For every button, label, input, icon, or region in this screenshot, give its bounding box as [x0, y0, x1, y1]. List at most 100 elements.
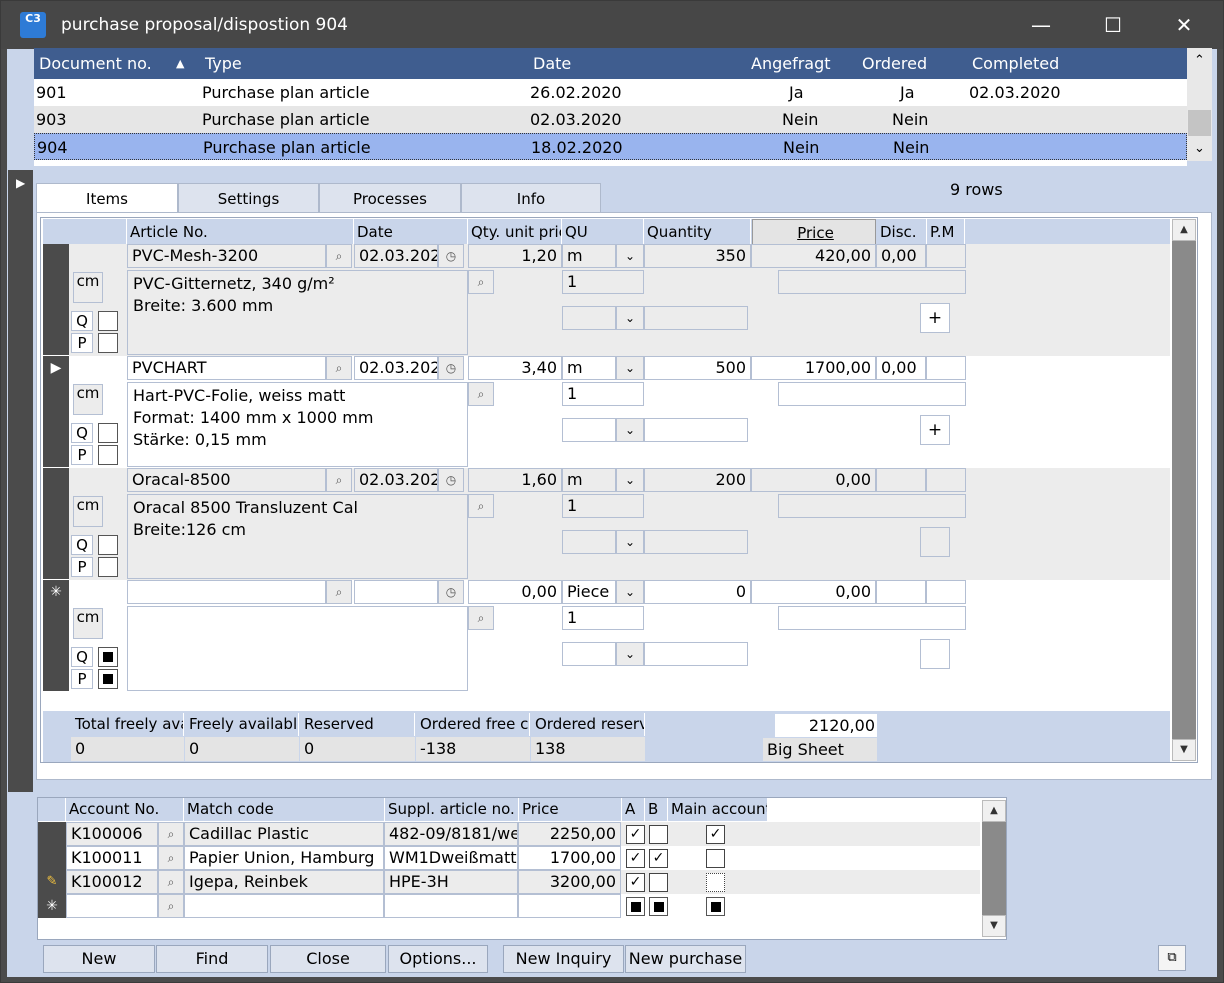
col-quantity[interactable]: Quantity	[644, 219, 751, 245]
disc-field[interactable]	[876, 580, 926, 604]
close-button[interactable]: Close	[270, 945, 386, 973]
account-no-field[interactable]: K100012	[66, 870, 158, 894]
tab-items[interactable]: Items	[36, 183, 178, 214]
qty2-field[interactable]: 1	[562, 494, 644, 518]
b-checkbox[interactable]	[649, 897, 668, 916]
maximize-button[interactable]: ☐	[1078, 1, 1148, 49]
col-angefragt[interactable]: Angefragt	[751, 48, 831, 79]
table-row[interactable]: 901 Purchase plan article 26.02.2020 Ja …	[34, 79, 1187, 106]
col-suppl-article-no[interactable]: Suppl. article no.	[385, 798, 519, 821]
copy-icon[interactable]: ⧉	[1158, 945, 1186, 971]
description-field[interactable]: Hart-PVC-Folie, weiss matt Format: 1400 …	[127, 382, 468, 467]
tab-processes[interactable]: Processes	[319, 183, 461, 213]
new-inquiry-button[interactable]: New Inquiry	[503, 945, 624, 973]
account-no-field[interactable]: K100006	[66, 822, 158, 846]
col-account-no[interactable]: Account No.	[66, 798, 184, 821]
search-icon[interactable]: ⌕	[326, 468, 352, 492]
date-field[interactable]: 02.03.202	[354, 468, 438, 492]
unit-select[interactable]	[562, 306, 616, 330]
match-code-field[interactable]	[184, 894, 384, 918]
quantity-field[interactable]: 0	[644, 580, 751, 604]
b-checkbox[interactable]	[649, 825, 668, 844]
unit-price-field[interactable]: 3,40	[468, 356, 562, 380]
price-field[interactable]: 1700,00	[518, 846, 621, 870]
col-date[interactable]: Date	[533, 48, 571, 79]
disc-field[interactable]	[876, 468, 926, 492]
qty2-field[interactable]: 1	[562, 606, 644, 630]
chevron-down-icon[interactable]: ⌄	[616, 642, 644, 666]
q-checkbox[interactable]	[98, 423, 118, 443]
description-field[interactable]: PVC-Gitternetz, 340 g/m² Breite: 3.600 m…	[127, 270, 468, 355]
match-code-field[interactable]: Papier Union, Hamburg	[184, 846, 384, 870]
article-no-field[interactable]	[127, 580, 326, 604]
row-marker[interactable]	[38, 822, 66, 846]
new-purchase-button[interactable]: New purchase	[625, 945, 746, 973]
a-checkbox[interactable]	[626, 897, 645, 916]
unit-price-field[interactable]: 1,60	[468, 468, 562, 492]
chevron-down-icon[interactable]: ⌄	[616, 468, 644, 492]
qu-field[interactable]: m	[562, 356, 616, 380]
main-account-checkbox[interactable]	[706, 873, 725, 892]
calendar-icon[interactable]: ◷	[438, 244, 464, 268]
add-button[interactable]	[920, 639, 950, 669]
find-button[interactable]: Find	[156, 945, 268, 973]
quantity-field[interactable]: 200	[644, 468, 751, 492]
tab-settings[interactable]: Settings	[178, 183, 319, 213]
search-icon[interactable]: ⌕	[326, 580, 352, 604]
row-marker[interactable]: ▶	[43, 356, 69, 467]
search-icon[interactable]: ⌕	[158, 870, 184, 894]
scroll-down-icon[interactable]: ⌄	[1187, 136, 1212, 161]
col-qu[interactable]: QU	[562, 219, 644, 245]
add-button[interactable]: +	[920, 415, 950, 445]
price-field[interactable]: 420,00	[751, 244, 876, 268]
left-splitter[interactable]: ▶	[8, 170, 33, 792]
cm-button[interactable]: cm	[73, 608, 103, 639]
cm-button[interactable]: cm	[73, 384, 103, 415]
col-completed[interactable]: Completed	[972, 48, 1059, 79]
search-icon[interactable]: ⌕	[468, 382, 494, 406]
pm-field[interactable]	[926, 580, 966, 604]
scroll-down-icon[interactable]: ▼	[982, 915, 1006, 937]
disc-field[interactable]: 0,00	[876, 356, 926, 380]
expand-arrow-icon[interactable]: ▶	[16, 176, 25, 190]
col-main-account[interactable]: Main account	[668, 798, 768, 821]
unit-select[interactable]	[562, 642, 616, 666]
add-button[interactable]: +	[920, 303, 950, 333]
b-checkbox[interactable]	[649, 873, 668, 892]
col-match-code[interactable]: Match code	[184, 798, 385, 821]
col-price[interactable]: Price	[752, 219, 876, 245]
col-type[interactable]: Type	[205, 48, 242, 79]
accounts-scrollbar[interactable]: ▲ ▼	[982, 800, 1006, 937]
col-qty-unit-price[interactable]: Qty. unit pric	[468, 219, 562, 245]
calendar-icon[interactable]: ◷	[438, 356, 464, 380]
qu-field[interactable]: Piece	[562, 580, 616, 604]
a-checkbox[interactable]: ✓	[626, 825, 645, 844]
search-icon[interactable]: ⌕	[158, 894, 184, 918]
a-checkbox[interactable]: ✓	[626, 849, 645, 868]
tab-info[interactable]: Info	[461, 183, 601, 213]
chevron-down-icon[interactable]: ⌄	[616, 356, 644, 380]
scroll-up-icon[interactable]: ▲	[1172, 219, 1196, 241]
suppl-article-field[interactable]: WM1Dweißmatt	[384, 846, 518, 870]
col-ordered[interactable]: Ordered	[862, 48, 927, 79]
suppl-article-field[interactable]	[384, 894, 518, 918]
article-no-field[interactable]: PVCHART	[127, 356, 326, 380]
search-icon[interactable]: ⌕	[468, 494, 494, 518]
cm-button[interactable]: cm	[73, 496, 103, 527]
row-marker[interactable]	[43, 468, 69, 579]
scroll-up-icon[interactable]: ⌃	[1187, 48, 1212, 73]
disc-field[interactable]: 0,00	[876, 244, 926, 268]
col-article-no[interactable]: Article No.	[127, 219, 354, 245]
main-account-checkbox[interactable]: ✓	[706, 825, 725, 844]
edit-pencil-icon[interactable]: ✎	[38, 870, 66, 894]
pm-field[interactable]	[926, 244, 966, 268]
col-a[interactable]: A	[622, 798, 645, 821]
unit-price-field[interactable]: 1,20	[468, 244, 562, 268]
search-icon[interactable]: ⌕	[158, 846, 184, 870]
chevron-down-icon[interactable]: ⌄	[616, 306, 644, 330]
unit-select[interactable]	[562, 418, 616, 442]
new-row-icon[interactable]: ✳	[38, 894, 66, 918]
extra-field[interactable]	[778, 270, 966, 294]
match-code-field[interactable]: Cadillac Plastic	[184, 822, 384, 846]
price-field[interactable]: 2250,00	[518, 822, 621, 846]
